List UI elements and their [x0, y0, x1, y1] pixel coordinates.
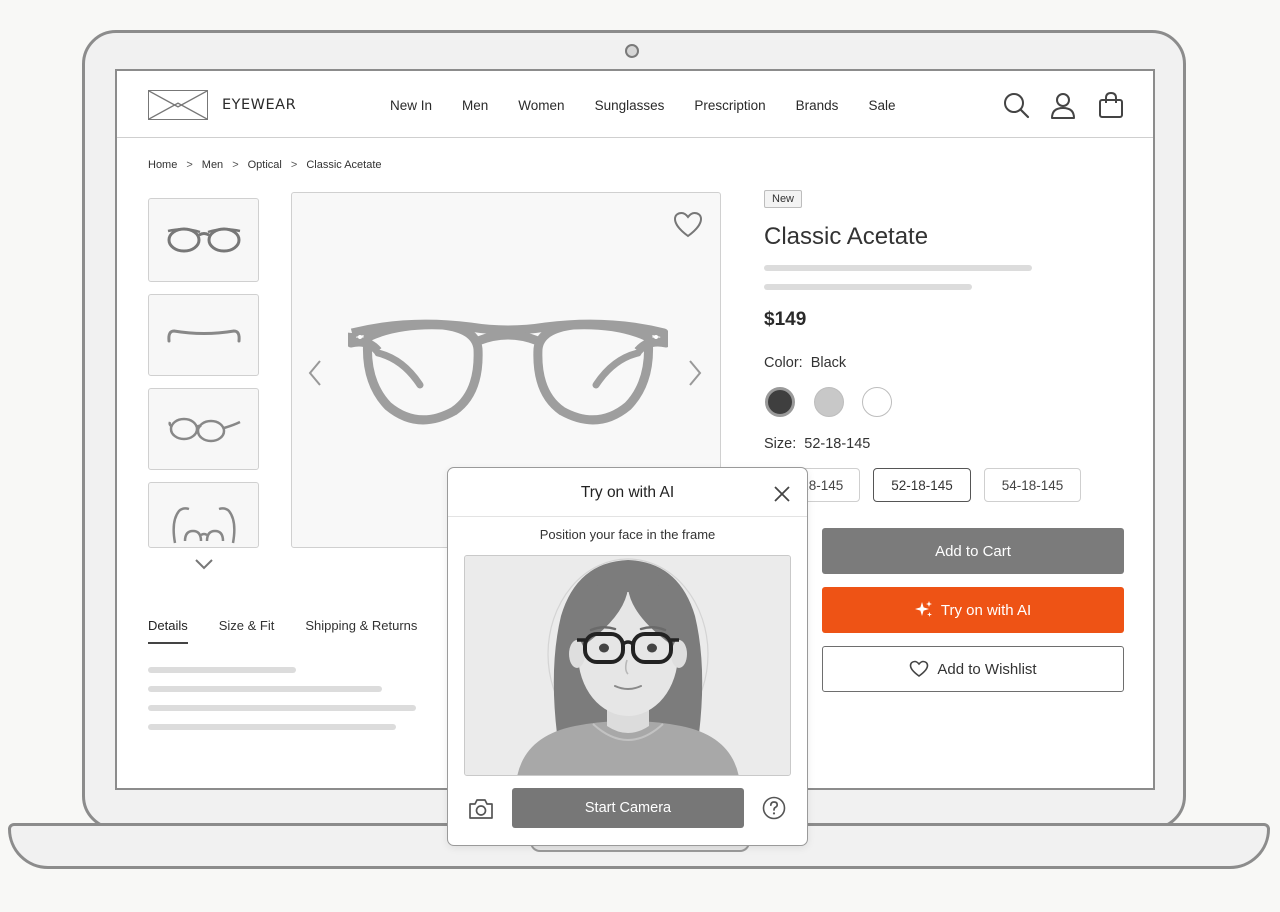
color-label: Color: Black [764, 355, 846, 371]
nav-sunglasses[interactable]: Sunglasses [595, 98, 665, 113]
size-option-54[interactable]: 54-18-145 [984, 468, 1081, 502]
text-placeholder [148, 705, 416, 711]
bag-icon[interactable] [1097, 91, 1125, 119]
site-header: EYEWEAR New In Men Women Sunglasses Pres… [117, 71, 1153, 138]
breadcrumb-separator: > [186, 159, 193, 171]
size-value: 52-18-145 [804, 436, 871, 452]
add-to-cart-button[interactable]: Add to Cart [822, 528, 1124, 574]
start-camera-label: Start Camera [584, 800, 672, 816]
brand-name[interactable]: EYEWEAR [222, 97, 296, 113]
close-icon[interactable] [772, 484, 792, 504]
breadcrumb-current: Classic Acetate [306, 159, 382, 171]
main-nav: New In Men Women Sunglasses Prescription… [390, 98, 925, 113]
glasses-top-icon [166, 329, 241, 343]
tab-shipping-returns[interactable]: Shipping & Returns [305, 618, 417, 644]
modal-instruction: Position your face in the frame [539, 527, 716, 542]
heart-icon [910, 660, 929, 677]
search-icon[interactable] [1002, 91, 1030, 119]
add-to-wishlist-label: Add to Wishlist [937, 660, 1037, 678]
nav-sale[interactable]: Sale [868, 98, 895, 113]
try-on-modal: Try on with AI Position your face in the… [447, 467, 808, 846]
breadcrumb-separator: > [290, 159, 298, 171]
text-placeholder [148, 686, 382, 692]
try-on-ai-label: Try on with AI [940, 601, 1032, 619]
chevron-left-icon[interactable] [306, 358, 326, 388]
thumbnail-angled[interactable] [148, 388, 259, 470]
description-placeholder [764, 265, 1032, 271]
thumbnail-side[interactable] [148, 482, 259, 548]
nav-women[interactable]: Women [518, 98, 564, 113]
help-icon[interactable] [762, 796, 786, 820]
tab-size-fit[interactable]: Size & Fit [219, 618, 275, 644]
add-to-wishlist-button[interactable]: Add to Wishlist [822, 646, 1124, 692]
color-swatch-white[interactable] [862, 387, 892, 417]
color-swatch-black[interactable] [765, 387, 795, 417]
nav-prescription[interactable]: Prescription [694, 98, 765, 113]
color-label-text: Color: [764, 355, 803, 371]
thumbnail-top[interactable] [148, 294, 259, 376]
glasses-side-icon [171, 507, 236, 544]
product-price: $149 [764, 309, 807, 330]
nav-brands[interactable]: Brands [796, 98, 839, 113]
breadcrumb-home[interactable]: Home [148, 159, 177, 171]
nav-new-in[interactable]: New In [390, 98, 432, 113]
product-tabs: Details Size & Fit Shipping & Returns [148, 618, 448, 644]
size-option-52[interactable]: 52-18-145 [873, 468, 971, 502]
chevron-right-icon[interactable] [684, 358, 704, 388]
user-icon[interactable] [1049, 91, 1077, 119]
new-badge: New [764, 190, 803, 208]
thumbnail-front[interactable] [148, 198, 259, 282]
modal-divider [448, 516, 807, 517]
description-placeholder [764, 284, 972, 290]
tab-details[interactable]: Details [148, 618, 188, 644]
breadcrumb: Home > Men > Optical > Classic Acetate [148, 159, 382, 171]
chevron-down-icon[interactable] [194, 557, 214, 571]
try-on-ai-button[interactable]: Try on with AI [822, 587, 1124, 633]
start-camera-button[interactable]: Start Camera [512, 788, 744, 828]
glasses-image [348, 319, 668, 425]
camera-preview [464, 555, 791, 776]
glasses-angled-icon [167, 417, 241, 443]
size-label: Size: 52-18-145 [764, 436, 870, 452]
camera-icon[interactable] [468, 798, 494, 820]
breadcrumb-optical[interactable]: Optical [248, 159, 282, 171]
webcam [625, 44, 639, 58]
face-preview-illustration [465, 556, 790, 775]
glasses-front-icon [167, 227, 240, 253]
nav-men[interactable]: Men [462, 98, 488, 113]
modal-title: Try on with AI [580, 484, 675, 501]
sparkle-icon [914, 601, 932, 617]
heart-icon[interactable] [673, 211, 703, 239]
logo-icon[interactable] [148, 90, 208, 120]
size-label-text: Size: [764, 436, 797, 452]
breadcrumb-separator: > [232, 159, 239, 171]
color-swatch-gray[interactable] [814, 387, 844, 417]
text-placeholder [148, 667, 296, 673]
color-value: Black [810, 355, 847, 371]
add-to-cart-label: Add to Cart [935, 542, 1011, 560]
text-placeholder [148, 724, 396, 730]
breadcrumb-men[interactable]: Men [202, 159, 223, 171]
product-title: Classic Acetate [764, 223, 929, 250]
